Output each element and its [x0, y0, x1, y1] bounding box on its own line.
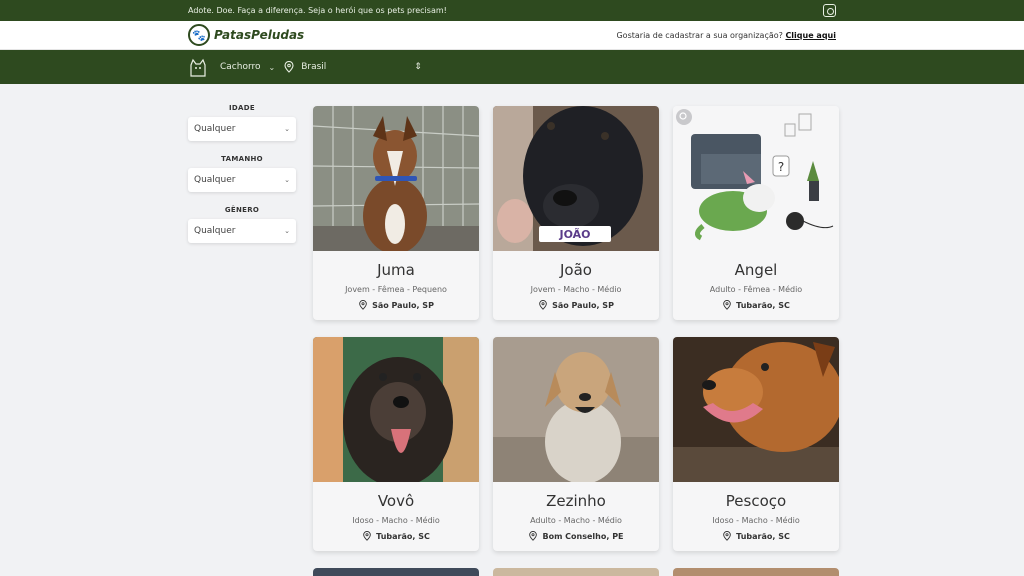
age-select[interactable]: Qualquer ⌄	[188, 117, 296, 141]
search-filter-bar: Cachorro ⌄ Brasil ⇕	[0, 50, 1024, 84]
pet-details: Jovem - Macho - Médio	[530, 285, 622, 294]
pet-photo	[493, 337, 659, 482]
location-pin-icon	[723, 531, 731, 541]
paw-icon: 🐾	[188, 24, 210, 46]
pet-location: São Paulo, SP	[313, 300, 479, 310]
org-register-link[interactable]: Clique aqui	[785, 31, 836, 40]
location-pin-icon	[529, 531, 538, 541]
pet-location: Tubarão, SC	[673, 531, 839, 541]
location-select[interactable]: Brasil	[283, 61, 408, 73]
filter-gender: GÊNERO Qualquer ⌄	[188, 206, 296, 243]
pet-location: Tubarão, SC	[673, 300, 839, 310]
pet-details: Jovem - Fêmea - Pequeno	[345, 285, 447, 294]
search-icon	[676, 109, 692, 125]
pet-name: Vovô	[377, 492, 415, 510]
filter-label: IDADE	[229, 104, 255, 112]
species-select[interactable]: Cachorro ⌄	[220, 62, 275, 72]
pet-location: Tubarão, SC	[313, 531, 479, 541]
svg-text:?: ?	[778, 160, 784, 174]
logo-text: PatasPeludas	[214, 28, 305, 42]
pet-photo	[313, 106, 479, 251]
pet-photo	[313, 337, 479, 482]
filters-sidebar: IDADE Qualquer ⌄ TAMANHO Qualquer ⌄ GÊNERO…	[188, 104, 296, 257]
pet-card[interactable]: ? Angel Adulto - Fêmea - Médio Tubarão, …	[673, 106, 839, 320]
instagram-icon[interactable]	[823, 4, 836, 17]
chevron-down-icon: ⌄	[268, 62, 276, 72]
chevron-down-icon: ⌄	[284, 176, 290, 184]
pet-card-partial[interactable]	[493, 568, 659, 576]
pet-name: Juma	[377, 261, 415, 279]
pet-details: Adulto - Macho - Médio	[530, 516, 622, 525]
pet-city: São Paulo, SP	[552, 300, 614, 310]
pet-card[interactable]: Juma Jovem - Fêmea - Pequeno São Paulo, …	[313, 106, 479, 320]
pet-name: Pescoço	[725, 492, 787, 510]
pet-photo	[673, 337, 839, 482]
pet-card[interactable]: Pescoço Idoso - Macho - Médio Tubarão, S…	[673, 337, 839, 551]
chevron-down-icon: ⌄	[284, 125, 290, 133]
location-pin-icon	[284, 61, 294, 73]
top-announcement-bar: Adote. Doe. Faça a diferença. Seja o her…	[0, 0, 1024, 21]
select-value: Qualquer	[194, 226, 236, 236]
site-header: 🐾 PatasPeludas Gostaria de cadastrar a s…	[0, 21, 1024, 50]
cat-dog-icon	[188, 56, 210, 78]
location-pin-icon	[539, 300, 547, 310]
select-value: Qualquer	[194, 175, 236, 185]
logo[interactable]: 🐾 PatasPeludas	[188, 24, 304, 46]
filter-label: GÊNERO	[224, 206, 260, 214]
chevron-down-icon: ⌄	[284, 227, 290, 235]
pet-card-partial[interactable]	[313, 568, 479, 576]
org-prompt-text: Gostaria de cadastrar a sua organização?	[616, 30, 783, 40]
pet-city: São Paulo, SP	[372, 300, 434, 310]
gender-select[interactable]: Qualquer ⌄	[188, 219, 296, 243]
pet-photo: JOÃO	[493, 106, 659, 251]
pet-location: São Paulo, SP	[493, 300, 659, 310]
pet-name: João	[560, 261, 592, 279]
pet-card[interactable]: Zezinho Adulto - Macho - Médio Bom Conse…	[493, 337, 659, 551]
pet-card[interactable]: Vovô Idoso - Macho - Médio Tubarão, SC	[313, 337, 479, 551]
photo-name-tag: JOÃO	[558, 228, 590, 241]
location-pin-icon	[359, 300, 367, 310]
pet-city: Tubarão, SC	[736, 531, 790, 541]
org-register-prompt: Gostaria de cadastrar a sua organização?…	[616, 31, 836, 40]
pet-city: Bom Conselho, PE	[542, 531, 624, 541]
pet-location: Bom Conselho, PE	[493, 531, 659, 541]
up-down-arrows-icon[interactable]: ⇕	[414, 62, 422, 72]
filter-size: TAMANHO Qualquer ⌄	[188, 155, 296, 192]
pet-photo-placeholder: ?	[673, 106, 839, 251]
pet-card[interactable]: JOÃO João Jovem - Macho - Médio São Paul…	[493, 106, 659, 320]
pet-name: Zezinho	[546, 492, 606, 510]
species-value: Cachorro	[220, 62, 261, 72]
filter-label: TAMANHO	[221, 155, 263, 163]
tagline: Adote. Doe. Faça a diferença. Seja o her…	[188, 6, 447, 15]
select-value: Qualquer	[194, 124, 236, 134]
filter-age: IDADE Qualquer ⌄	[188, 104, 296, 141]
pet-city: Tubarão, SC	[736, 300, 790, 310]
pet-grid: Juma Jovem - Fêmea - Pequeno São Paulo, …	[313, 106, 839, 551]
size-select[interactable]: Qualquer ⌄	[188, 168, 296, 192]
location-value: Brasil	[301, 62, 327, 72]
location-pin-icon	[723, 300, 731, 310]
pet-details: Idoso - Macho - Médio	[352, 516, 440, 525]
pet-card-partial[interactable]	[673, 568, 839, 576]
pet-name: Angel	[734, 261, 778, 279]
pet-details: Idoso - Macho - Médio	[712, 516, 800, 525]
pet-details: Adulto - Fêmea - Médio	[709, 285, 803, 294]
pet-city: Tubarão, SC	[376, 531, 430, 541]
location-pin-icon	[363, 531, 371, 541]
